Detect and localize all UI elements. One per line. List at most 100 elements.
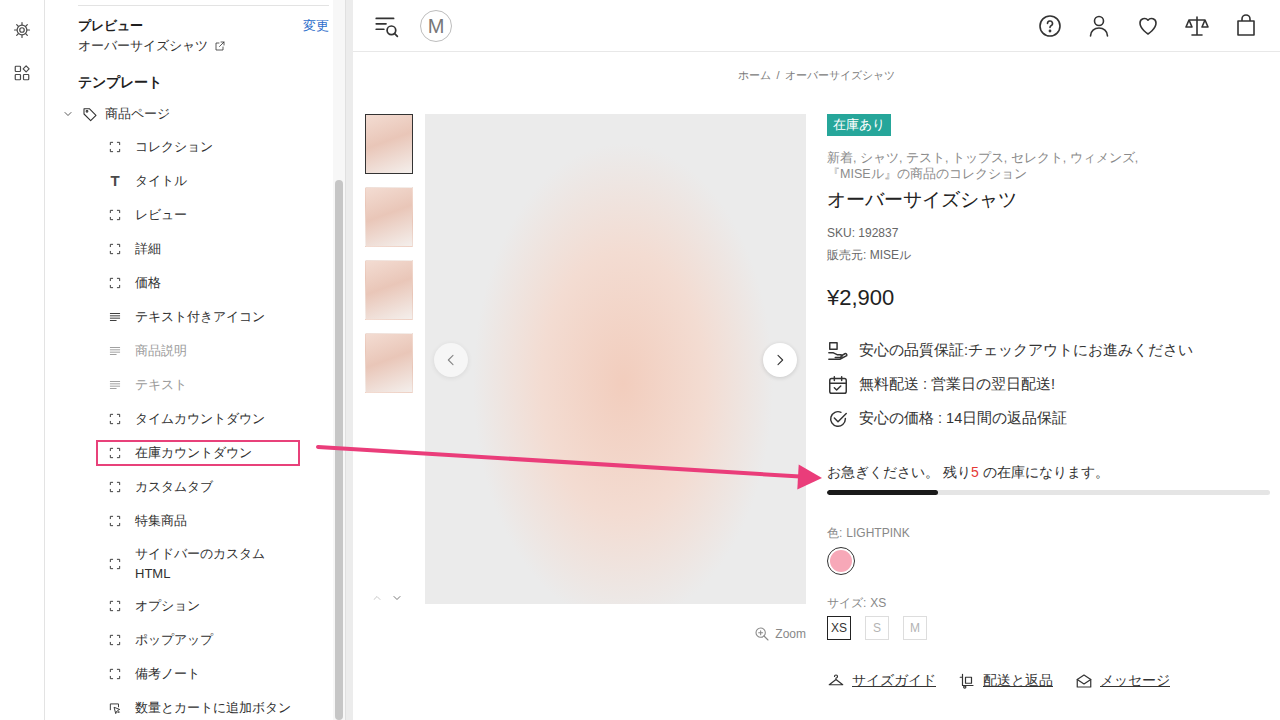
sidebar-item-main[interactable]: 価格: [96, 270, 300, 296]
product-meta: SKU: 192837販売元: MISEル: [827, 222, 1270, 266]
cart-icon[interactable]: [1234, 14, 1258, 38]
sidebar-item-main[interactable]: レビュー: [96, 202, 300, 228]
account-icon[interactable]: [1087, 14, 1111, 38]
thumbnail[interactable]: [365, 187, 413, 247]
store-logo[interactable]: M: [420, 10, 452, 42]
sidebar-item-label[interactable]: 商品説明: [135, 341, 187, 361]
buy-icon: [108, 701, 122, 715]
next-image-button[interactable]: [763, 343, 797, 377]
box-icon[interactable]: [958, 672, 976, 690]
sidebar-item-label[interactable]: コレクション: [135, 137, 213, 157]
help-icon[interactable]: [1038, 14, 1062, 38]
size-option-label[interactable]: XS: [831, 621, 847, 635]
sidebar-item-label[interactable]: 詳細: [135, 239, 161, 259]
sidebar-item-main[interactable]: 詳細: [96, 236, 300, 262]
tree-root[interactable]: 商品ページ: [45, 101, 333, 127]
sidebar-item-label[interactable]: テキスト付きアイコン: [135, 307, 265, 327]
sidebar-item-main[interactable]: コレクション: [96, 134, 300, 160]
sidebar-item[interactable]: 数量とカートに追加ボタン: [96, 695, 333, 720]
size-option-label[interactable]: S: [873, 621, 881, 635]
sidebar-item-main[interactable]: Tタイトル: [96, 168, 300, 194]
sidebar-item[interactable]: コレクション: [96, 134, 333, 160]
sidebar-item-main[interactable]: タイムカウントダウン: [96, 406, 300, 432]
hanger-icon[interactable]: [827, 672, 845, 690]
sidebar-item-main[interactable]: 商品説明: [96, 338, 300, 364]
breadcrumb-item[interactable]: ホーム: [738, 68, 771, 82]
sidebar-item[interactable]: 特集商品: [96, 508, 333, 534]
sidebar-item-main[interactable]: 数量とカートに追加ボタン: [96, 695, 300, 720]
size-option-label[interactable]: M: [910, 621, 920, 635]
sidebar-item[interactable]: ポップアップ: [96, 627, 333, 653]
sidebar-item-label[interactable]: 備考ノート: [135, 664, 200, 684]
tree-root-label[interactable]: 商品ページ: [105, 104, 170, 124]
thumbnail[interactable]: [365, 260, 413, 320]
external-link-icon[interactable]: [214, 40, 226, 52]
sidebar-item-main[interactable]: サイドバーのカスタムHTML: [96, 542, 300, 585]
sidebar-item[interactable]: オプション: [96, 593, 333, 619]
sidebar-item-label[interactable]: ポップアップ: [135, 630, 213, 650]
scrollbar[interactable]: [333, 0, 345, 720]
apps-icon[interactable]: [13, 64, 31, 82]
compare-icon[interactable]: [1185, 14, 1209, 38]
chevron-icon[interactable]: [62, 108, 74, 120]
sidebar-item-main[interactable]: テキスト付きアイコン: [96, 304, 300, 330]
wishlist-icon[interactable]: [1136, 14, 1160, 38]
sidebar-item-label[interactable]: カスタムタブ: [135, 477, 213, 497]
sidebar-item[interactable]: 商品説明: [96, 338, 333, 364]
chevron-up-icon[interactable]: [371, 592, 383, 604]
info-link-text[interactable]: メッセージ: [1100, 670, 1170, 692]
sidebar-item-main[interactable]: テキスト: [96, 372, 300, 398]
prev-image-button[interactable]: [434, 343, 468, 377]
sidebar-item[interactable]: タイムカウントダウン: [96, 406, 333, 432]
message-icon[interactable]: [1075, 672, 1093, 690]
sidebar-item[interactable]: カスタムタブ: [96, 474, 333, 500]
preview-page[interactable]: オーバーサイズシャツ: [78, 36, 329, 56]
sidebar-item-main[interactable]: オプション: [96, 593, 300, 619]
sidebar-item-label[interactable]: テキスト: [135, 375, 187, 395]
sidebar-item-label[interactable]: タイトル: [135, 171, 187, 191]
scrollbar-thumb[interactable]: [335, 180, 343, 720]
sidebar-item-main[interactable]: ポップアップ: [96, 627, 300, 653]
info-link-text[interactable]: 配送と返品: [983, 670, 1053, 692]
sidebar-item-main[interactable]: カスタムタブ: [96, 474, 300, 500]
sidebar-item[interactable]: レビュー: [96, 202, 333, 228]
product-photo[interactable]: [425, 114, 806, 604]
sidebar-item-label[interactable]: 価格: [135, 273, 161, 293]
sidebar-item[interactable]: 詳細: [96, 236, 333, 262]
info-link[interactable]: 配送と返品: [958, 670, 1053, 692]
sidebar-item-label[interactable]: 在庫カウントダウン: [135, 443, 252, 463]
info-link-text[interactable]: サイズガイド: [852, 670, 936, 692]
thumbnail[interactable]: [365, 114, 413, 174]
preview-page-name[interactable]: オーバーサイズシャツ: [78, 36, 208, 56]
sidebar-item-label[interactable]: 数量とカートに追加ボタン: [135, 698, 291, 718]
size-option[interactable]: M: [903, 616, 927, 640]
sidebar-item[interactable]: 在庫カウントダウン: [96, 440, 333, 466]
zoom-label[interactable]: Zoom: [775, 625, 806, 643]
sidebar-item[interactable]: テキスト付きアイコン: [96, 304, 333, 330]
sidebar-item[interactable]: Tタイトル: [96, 168, 333, 194]
sidebar-item-label[interactable]: レビュー: [135, 205, 187, 225]
sidebar-item-main[interactable]: 在庫カウントダウン: [96, 440, 300, 466]
sidebar-item[interactable]: 価格: [96, 270, 333, 296]
sidebar-item-main[interactable]: 備考ノート: [96, 661, 300, 687]
sidebar-item-label[interactable]: サイドバーのカスタムHTML: [135, 544, 298, 583]
sidebar-content: プレビュー変更オーバーサイズシャツテンプレート商品ページコレクションTタイトルレ…: [45, 0, 333, 720]
sidebar-item-label[interactable]: オプション: [135, 596, 200, 616]
sidebar-item[interactable]: 備考ノート: [96, 661, 333, 687]
size-option[interactable]: XS: [827, 616, 851, 640]
thumbnail[interactable]: [365, 333, 413, 393]
settings-icon[interactable]: [13, 21, 31, 39]
menu-search-icon[interactable]: [373, 13, 399, 39]
chevron-down-icon[interactable]: [391, 592, 403, 604]
sidebar-item-label[interactable]: 特集商品: [135, 511, 187, 531]
color-swatch[interactable]: [827, 547, 855, 575]
info-link[interactable]: サイズガイド: [827, 670, 936, 692]
sidebar-item[interactable]: テキスト: [96, 372, 333, 398]
sidebar-item-label[interactable]: タイムカウントダウン: [135, 409, 265, 429]
info-link[interactable]: メッセージ: [1075, 670, 1170, 692]
zoom-button[interactable]: Zoom: [425, 625, 806, 643]
sidebar-item[interactable]: サイドバーのカスタムHTML: [96, 542, 333, 585]
change-link[interactable]: 変更: [303, 16, 329, 36]
size-option[interactable]: S: [865, 616, 889, 640]
sidebar-item-main[interactable]: 特集商品: [96, 508, 300, 534]
